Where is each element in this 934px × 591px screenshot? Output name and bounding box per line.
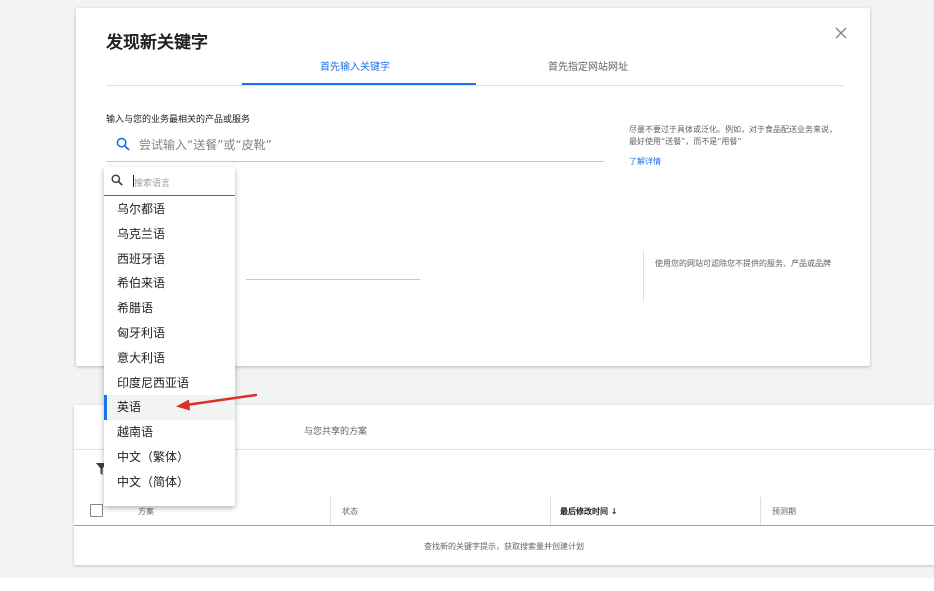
column-divider [760, 497, 761, 525]
language-option[interactable]: 越南语 [104, 420, 235, 445]
dialog-title: 发现新关键字 [106, 33, 208, 53]
language-option[interactable]: 西班牙语 [104, 247, 235, 272]
search-icon [116, 137, 130, 151]
tabs-divider [106, 85, 844, 86]
language-option[interactable]: 匈牙利语 [104, 321, 235, 346]
language-option[interactable]: 乌克兰语 [104, 222, 235, 247]
keyword-hint-text: 尽量不要过于具体或泛化。例如，对于食品配送业务来说，最好使用“送餐”，而不是“用… [629, 125, 837, 146]
language-option[interactable]: 希伯来语 [104, 271, 235, 296]
language-option[interactable]: 乌尔都语 [104, 197, 235, 222]
tab-enter-website[interactable]: 首先指定网站网址 [548, 58, 628, 73]
annotation-arrow-icon [176, 393, 258, 411]
language-option[interactable]: 中文（繁体） [104, 445, 235, 470]
column-header-plan[interactable]: 方案 [138, 506, 154, 517]
language-option[interactable]: 意大利语 [104, 346, 235, 371]
site-hint-divider [643, 250, 644, 302]
search-icon [111, 174, 123, 186]
language-option[interactable]: 中文（简体） [104, 470, 235, 495]
close-icon[interactable] [832, 24, 850, 42]
select-all-checkbox[interactable] [90, 504, 103, 517]
column-divider [330, 497, 331, 525]
language-search-placeholder: 搜索语言 [134, 179, 171, 189]
language-search-input[interactable]: 搜索语言 [104, 167, 235, 196]
page-background-bottom [0, 578, 934, 591]
column-header-last-modified[interactable]: 最后修改时间 ↓ [560, 506, 618, 517]
column-header-status[interactable]: 状态 [342, 506, 358, 517]
website-hint-text: 使用您的网站可滤除您不提供的服务、产品或品牌 [655, 259, 831, 268]
language-dropdown: 搜索语言 乌尔都语 乌克兰语 西班牙语 希伯来语 希腊语 匈牙利语 意大利语 印… [104, 167, 235, 506]
table-empty-row: 查找新的关键字提示，获取搜索量并创建计划 [74, 526, 934, 564]
column-divider [550, 497, 551, 525]
product-input-label: 输入与您的业务最相关的产品或服务 [106, 115, 251, 125]
website-input-underline[interactable] [246, 279, 420, 280]
learn-more-link[interactable]: 了解详情 [629, 156, 661, 167]
language-option[interactable]: 印度尼西亚语 [104, 371, 235, 396]
empty-state-text: 查找新的关键字提示，获取搜索量并创建计划 [424, 542, 584, 551]
language-option[interactable]: 希腊语 [104, 296, 235, 321]
keyword-search-placeholder: 尝试输入“送餐”或“皮靴” [139, 138, 272, 152]
column-header-forecast-period[interactable]: 预测期 [772, 506, 796, 517]
keyword-search-field[interactable]: 尝试输入“送餐”或“皮靴” [106, 133, 604, 162]
language-list: 乌尔都语 乌克兰语 西班牙语 希伯来语 希腊语 匈牙利语 意大利语 印度尼西亚语… [104, 197, 235, 495]
tab-shared-plans[interactable]: 与您共享的方案 [304, 424, 367, 437]
tab-enter-keywords[interactable]: 首先输入关键字 [320, 58, 390, 73]
